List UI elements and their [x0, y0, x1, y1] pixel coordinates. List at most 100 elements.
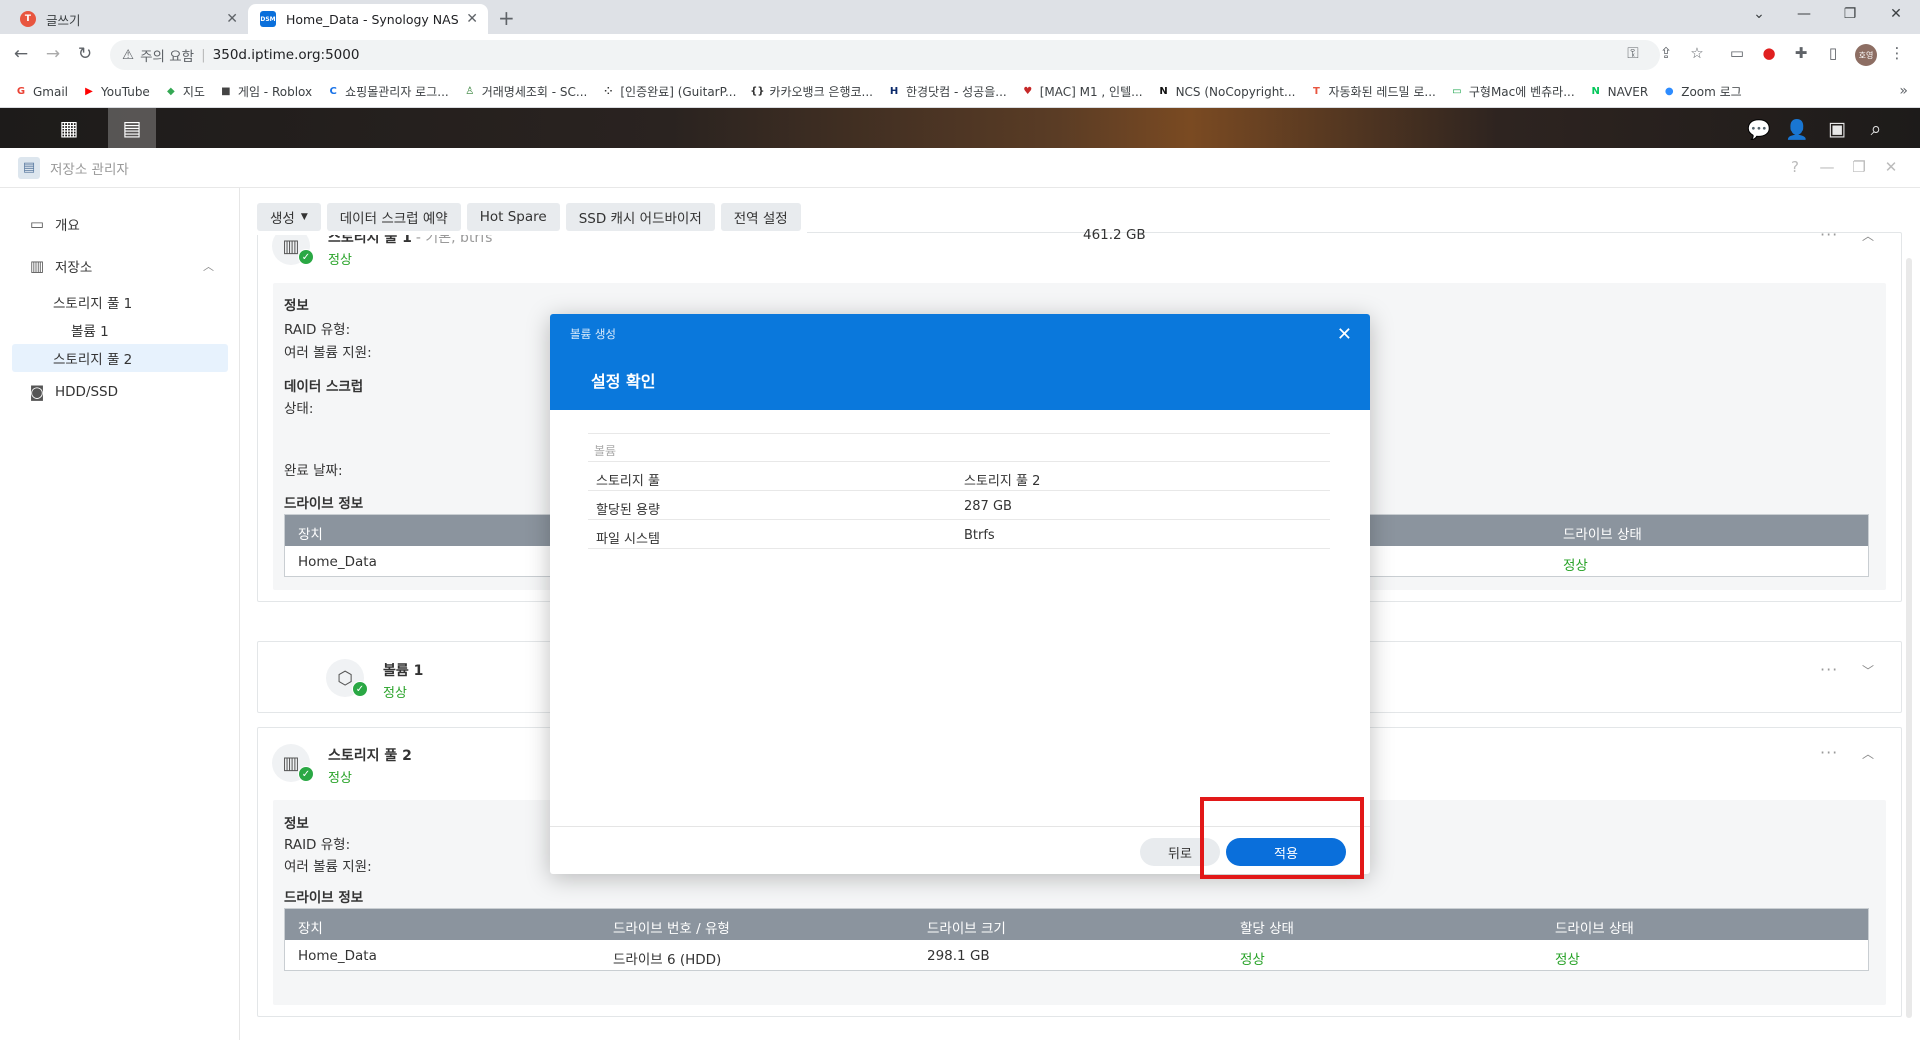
bookmark-item[interactable]: ⁘ [인증완료] (GuitarP... — [601, 83, 736, 100]
browser-tab[interactable]: T 글쓰기 ✕ — [8, 4, 248, 34]
extensions-icon[interactable]: ✚ — [1790, 44, 1812, 62]
create-dropdown-button[interactable]: 생성 ▼ — [257, 203, 321, 231]
maximize-window-icon[interactable]: ❐ — [1848, 158, 1870, 176]
ssd-advisor-button[interactable]: SSD 캐시 어드바이저 — [565, 203, 715, 231]
bookmark-label: 지도 — [182, 85, 205, 99]
scrollbar[interactable] — [1906, 258, 1912, 1018]
bookmark-item[interactable]: ♥ [MAC] M1 , 인텔... — [1021, 83, 1142, 100]
summary-value: 스토리지 풀 2 — [964, 474, 1041, 489]
bookmark-item[interactable]: G Gmail — [14, 85, 68, 99]
tistory-favicon-icon: T — [20, 11, 36, 27]
menu-icon[interactable]: ⋮ — [1886, 44, 1908, 62]
bookmark-favicon-icon: ■ — [221, 86, 231, 97]
sidebar-item-storage[interactable]: ▥ 저장소 ︿ — [12, 252, 228, 280]
bookmark-item[interactable]: H 한경닷컴 - 성공을... — [887, 83, 1007, 100]
profile-avatar[interactable]: 호영 — [1855, 44, 1877, 66]
bookmarks-bar: G Gmail ▶ YouTube ◆ 지도 ■ 게임 - Roblox C 쇼핑몰관리자 로그.… — [0, 76, 1920, 108]
more-options-icon[interactable]: ··· — [1820, 225, 1838, 244]
pool-status: 정상 — [328, 771, 352, 786]
col-drive-status: 드라이브 상태 — [1555, 921, 1634, 937]
col-drive-size: 드라이브 크기 — [927, 921, 1006, 937]
summary-label: 파일 시스템 — [596, 532, 660, 547]
url-text[interactable]: 350d.iptime.org:5000 — [213, 47, 360, 63]
bookmark-favicon-icon: ▭ — [1452, 86, 1462, 97]
reload-icon[interactable]: ↻ — [74, 44, 96, 64]
global-settings-button[interactable]: 전역 설정 — [720, 203, 801, 231]
bookmark-item[interactable]: {} 카카오뱅크 은행코... — [750, 83, 873, 100]
minimize-icon[interactable]: — — [1793, 6, 1815, 22]
widgets-icon[interactable]: ▣ — [1822, 114, 1852, 144]
chevron-down-icon[interactable]: ﹀ — [1862, 662, 1874, 679]
summary-label: 할당된 용량 — [596, 503, 660, 518]
close-tab-icon[interactable]: ✕ — [466, 11, 478, 27]
multi-volume-label: 여러 볼륨 지원: — [284, 859, 372, 875]
pool-name[interactable]: 스토리지 풀 2 — [328, 745, 412, 765]
key-icon[interactable]: ⚿ — [1622, 44, 1644, 62]
scrub-schedule-button[interactable]: 데이터 스크럽 예약 — [326, 203, 461, 231]
storage-manager-taskbar-icon[interactable]: ▤ — [108, 108, 156, 148]
bookmark-item[interactable]: N NAVER — [1589, 84, 1649, 99]
chevron-up-icon[interactable]: ︿ — [203, 258, 214, 274]
bookmark-item[interactable]: ● Zoom 로그 — [1662, 83, 1742, 100]
user-icon[interactable]: 👤 — [1782, 114, 1812, 144]
more-options-icon[interactable]: ··· — [1820, 660, 1838, 679]
table-row[interactable]: Home_Data 드라이브 6 (HDD) 298.1 GB 정상 정상 — [285, 940, 1868, 970]
close-dialog-icon[interactable]: ✕ — [1337, 324, 1352, 345]
more-bookmarks-icon[interactable]: » — [1899, 83, 1908, 99]
sidepanel-icon[interactable]: ▯ — [1822, 44, 1844, 62]
bookmark-label: Zoom 로그 — [1681, 85, 1742, 99]
tab-search-icon[interactable]: ⌄ — [1748, 6, 1770, 22]
bookmark-item[interactable]: N NCS (NoCopyright... — [1157, 85, 1295, 99]
col-device: 장치 — [298, 921, 323, 937]
sidebar-item-hdd[interactable]: ◙ HDD/SSD — [12, 378, 228, 406]
search-icon[interactable]: ⌕ — [1861, 114, 1891, 144]
volume-name[interactable]: 볼륨 1 — [383, 660, 423, 680]
sidebar-item-volume1[interactable]: 볼륨 1 — [12, 316, 228, 344]
chevron-up-icon[interactable]: ︿ — [1862, 227, 1874, 244]
tab-title: 글쓰기 — [46, 12, 81, 28]
bookmark-item[interactable]: ◆ 지도 — [164, 83, 205, 100]
hot-spare-button[interactable]: Hot Spare — [466, 203, 560, 231]
bookmark-label: 한경닷컴 - 성공을... — [906, 85, 1007, 99]
chevron-up-icon[interactable]: ︿ — [1862, 745, 1874, 762]
minimize-window-icon[interactable]: — — [1816, 158, 1838, 176]
bookmark-item[interactable]: T 자동화된 레드밀 로... — [1309, 83, 1436, 100]
drive-info-title: 드라이브 정보 — [284, 496, 364, 512]
more-options-icon[interactable]: ··· — [1820, 743, 1838, 762]
security-label[interactable]: 주의 요함 — [140, 45, 194, 65]
check-icon: ✓ — [298, 766, 314, 782]
bookmark-label: NAVER — [1607, 84, 1649, 99]
star-icon[interactable]: ☆ — [1686, 44, 1708, 62]
notification-icon[interactable]: 💬 — [1744, 114, 1774, 144]
bookmark-label: YouTube — [101, 84, 150, 99]
bookmark-item[interactable]: ▭ 구형Mac에 벤츄라... — [1450, 83, 1575, 100]
share-icon[interactable]: ⇪ — [1655, 44, 1677, 62]
bookmark-item[interactable]: ▶ YouTube — [82, 85, 150, 99]
url-omnibox[interactable]: ⚠ 주의 요함 | 350d.iptime.org:5000 — [110, 40, 1660, 70]
browser-tab-bar: T 글쓰기 ✕ DSM Home_Data - Synology NAS ✕ +… — [0, 0, 1920, 34]
close-tab-icon[interactable]: ✕ — [226, 11, 238, 27]
help-icon[interactable]: ? — [1784, 158, 1806, 176]
storage-manager-app-icon: ▤ — [18, 156, 40, 179]
sidebar-label: HDD/SSD — [55, 384, 119, 400]
sidebar-item-overview[interactable]: ▭ 개요 — [12, 210, 228, 238]
cast-icon[interactable]: ▭ — [1726, 44, 1748, 62]
bookmark-item[interactable]: ♙ 거래명세조회 - SC... — [463, 83, 587, 100]
close-app-icon[interactable]: ✕ — [1880, 158, 1902, 176]
bookmark-label: 자동화된 레드밀 로... — [1328, 85, 1436, 99]
main-menu-icon[interactable]: ▦ — [42, 108, 96, 148]
bookmark-item[interactable]: C 쇼핑몰관리자 로그... — [326, 83, 448, 100]
opera-icon[interactable]: ● — [1758, 44, 1780, 62]
forward-icon[interactable]: → — [42, 44, 64, 64]
restore-icon[interactable]: ❐ — [1839, 6, 1861, 22]
back-icon[interactable]: ← — [10, 44, 32, 64]
new-tab-icon[interactable]: + — [498, 6, 515, 30]
sidebar-label: 스토리지 풀 2 — [53, 352, 133, 368]
browser-tab-active[interactable]: DSM Home_Data - Synology NAS ✕ — [248, 4, 488, 34]
bookmark-item[interactable]: ■ 게임 - Roblox — [219, 83, 312, 100]
close-window-icon[interactable]: ✕ — [1885, 6, 1907, 22]
sidebar-item-pool1[interactable]: 스토리지 풀 1 — [12, 288, 228, 316]
sidebar-item-pool2[interactable]: 스토리지 풀 2 — [12, 344, 228, 372]
dialog-window-title: 볼륨 생성 — [570, 327, 616, 341]
warning-icon[interactable]: ⚠ — [122, 47, 134, 63]
